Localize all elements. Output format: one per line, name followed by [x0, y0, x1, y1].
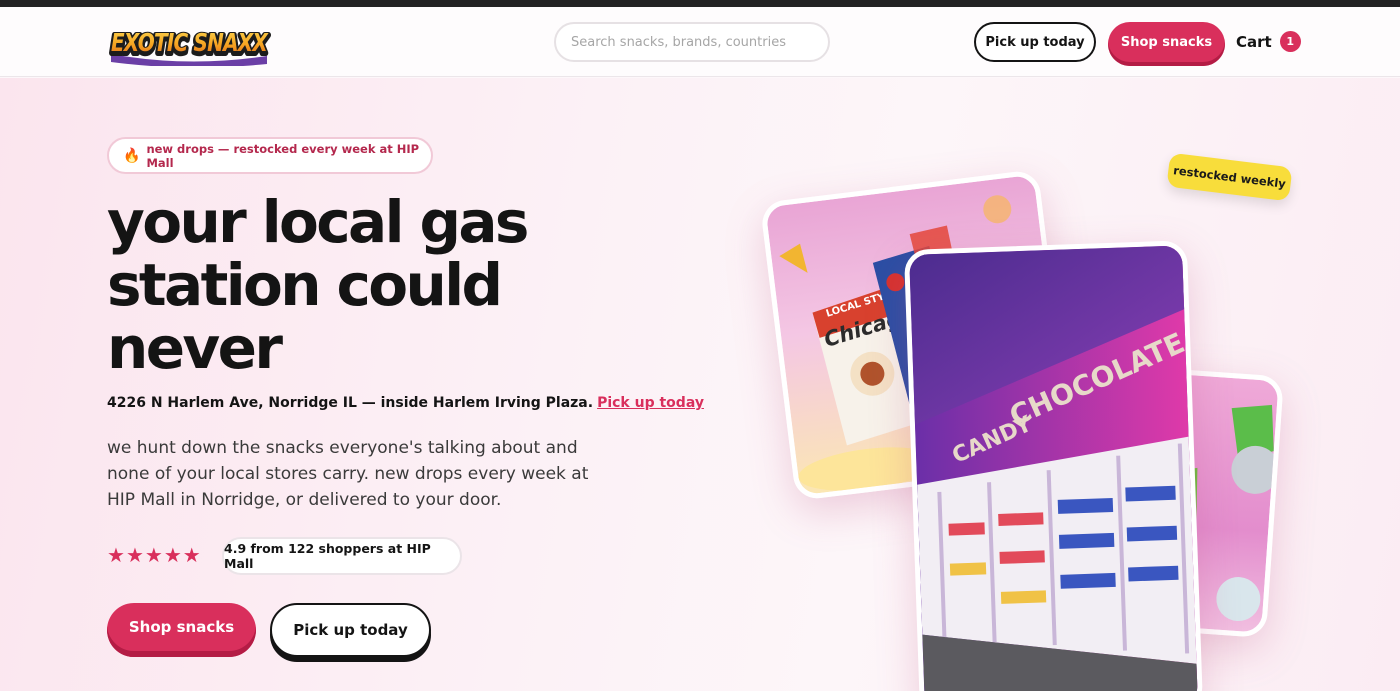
- candy-store-photo: CANDY CHOCOLATE: [903, 240, 1204, 691]
- star-icon: ★: [182, 543, 201, 567]
- hero-headline: your local gas station could never: [107, 191, 627, 380]
- shop-snacks-button[interactable]: Shop snacks: [1108, 22, 1225, 66]
- star-icon: ★: [144, 543, 163, 567]
- new-drops-badge: 🔥 new drops — restocked every week at HI…: [107, 137, 433, 174]
- headline-line-1: your local gas: [107, 188, 529, 256]
- rating-stars: ★ ★ ★ ★ ★: [107, 543, 202, 567]
- badge-text: new drops — restocked every week at HIP …: [146, 141, 420, 170]
- pickup-today-button[interactable]: Pick up today: [974, 22, 1096, 62]
- hero-description: we hunt down the snacks everyone's talki…: [107, 438, 589, 510]
- cart-button[interactable]: Cart 1: [1236, 31, 1301, 52]
- store-address: 4226 N Harlem Ave, Norridge IL — inside …: [107, 395, 704, 411]
- rating-pill: 4.9 from 122 shoppers at HIP Mall: [222, 537, 462, 575]
- search-input[interactable]: [554, 22, 830, 62]
- star-icon: ★: [163, 543, 182, 567]
- site-header: EXOTIC SNAXX EXOTIC SNAXX Pick up today …: [0, 7, 1400, 77]
- fire-icon: 🔥: [123, 147, 141, 164]
- cart-label: Cart: [1236, 32, 1272, 51]
- pickup-today-cta[interactable]: Pick up today: [270, 603, 431, 657]
- cart-count-badge: 1: [1279, 31, 1301, 52]
- shop-snacks-cta[interactable]: Shop snacks: [107, 603, 256, 657]
- address-text: 4226 N Harlem Ave, Norridge IL — inside …: [107, 395, 594, 411]
- store-illustration: CANDY CHOCOLATE: [909, 245, 1204, 691]
- star-icon: ★: [107, 543, 125, 567]
- headline-line-3: never: [107, 314, 283, 382]
- star-icon: ★: [125, 543, 144, 567]
- top-bar: [0, 0, 1400, 7]
- logo-graphic: EXOTIC SNAXX EXOTIC SNAXX: [108, 27, 271, 66]
- headline-line-2: station could: [107, 251, 503, 319]
- svg-text:EXOTIC SNAXX: EXOTIC SNAXX: [111, 28, 269, 57]
- pickup-today-link[interactable]: Pick up today: [597, 395, 704, 411]
- site-logo[interactable]: EXOTIC SNAXX EXOTIC SNAXX: [107, 20, 271, 66]
